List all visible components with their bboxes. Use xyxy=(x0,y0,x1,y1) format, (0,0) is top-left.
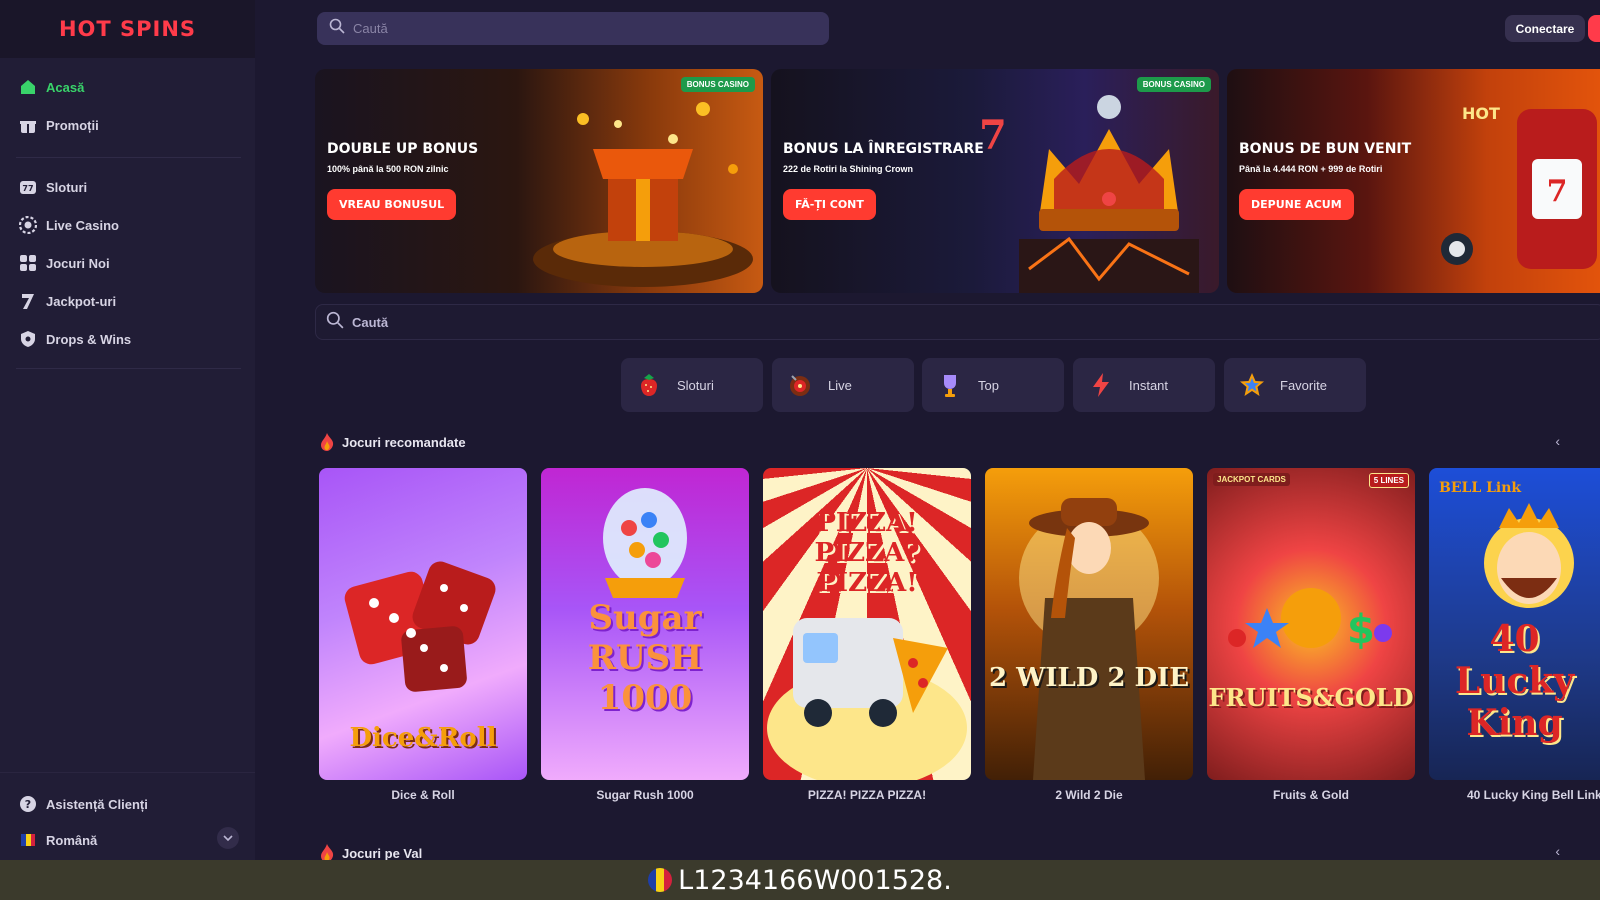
game-card-pizza[interactable]: PIZZA! PIZZA? PIZZA! xyxy=(763,468,971,780)
game-search[interactable] xyxy=(315,304,1600,340)
sidebar-item-home[interactable]: Acasă xyxy=(0,68,255,106)
svg-text:$: $ xyxy=(1347,607,1375,653)
site-logo[interactable]: HOT SPINS xyxy=(0,0,255,58)
video-subtitle: L1234166W001528. xyxy=(0,860,1600,900)
sidebar-nav-games: 77 Sloturi Live Casino Jocuri Noi Jackpo… xyxy=(0,168,255,358)
banner-title: DOUBLE UP BONUS xyxy=(327,141,479,157)
sidebar-item-jackpots[interactable]: Jackpot-uri xyxy=(0,282,255,320)
trophy-icon xyxy=(944,375,956,397)
sidebar-nav-primary: Acasă Promoții xyxy=(0,68,255,144)
sidebar-item-drops-wins[interactable]: Drops & Wins xyxy=(0,320,255,358)
game-search-input[interactable] xyxy=(352,314,1552,330)
banner-welcome[interactable]: 7 HOT BONUS DE BUN VENIT Până la 4.444 R… xyxy=(1227,69,1600,293)
sidebar: HOT SPINS Acasă Promoții 77 Sloturi Live… xyxy=(0,0,255,860)
sidebar-item-new-games[interactable]: Jocuri Noi xyxy=(0,244,255,282)
search-icon xyxy=(326,311,344,334)
support-link[interactable]: ? Asistență Clienți xyxy=(0,785,255,823)
svg-text:?: ? xyxy=(25,798,31,811)
tab-live[interactable]: Live xyxy=(772,358,914,412)
banner-subtitle: Până la 4.444 RON + 999 de Rotiri xyxy=(1239,164,1383,174)
grid-icon xyxy=(18,253,38,273)
fire-icon xyxy=(321,433,334,451)
game-title: Fruits & Gold xyxy=(1273,788,1349,802)
language-selector[interactable]: Română xyxy=(0,821,200,859)
lightning-icon xyxy=(1093,373,1109,397)
game-card-dice-roll[interactable]: Dice&Roll xyxy=(319,468,527,780)
help-icon: ? xyxy=(18,794,38,814)
tab-slots[interactable]: Sloturi xyxy=(621,358,763,412)
romania-flag-icon xyxy=(18,830,38,850)
home-icon xyxy=(18,77,38,97)
svg-text:HOT: HOT xyxy=(1462,104,1500,123)
fruits-art: $ xyxy=(1228,588,1392,653)
tab-favorites[interactable]: Favorite xyxy=(1224,358,1366,412)
game-card-sugar-rush[interactable]: Sugar RUSH 1000 xyxy=(541,468,749,780)
shield-icon xyxy=(18,329,38,349)
banner-title: BONUS LA ÎNREGISTRARE xyxy=(783,141,984,157)
svg-text:7: 7 xyxy=(1547,174,1568,209)
game-title: 2 Wild 2 Die xyxy=(1055,788,1123,802)
deposit-now-button[interactable]: DEPUNE ACUM xyxy=(1239,189,1354,220)
banner-subtitle: 222 de Rotiri la Shining Crown xyxy=(783,164,914,174)
banner-tag: BONUS CASINO xyxy=(1136,77,1211,92)
slot-machine-icon: 77 xyxy=(18,177,38,197)
sidebar-divider xyxy=(16,157,241,158)
claim-bonus-button[interactable]: VREAU BONUSUL xyxy=(327,189,457,220)
banner-registration[interactable]: 7 BONUS CASINO BONUS LA ÎNREGISTRARE 222… xyxy=(771,69,1219,293)
strawberry-icon xyxy=(641,374,657,396)
star-icon xyxy=(1240,373,1264,396)
carousel-prev-icon[interactable]: ‹ xyxy=(1555,433,1560,449)
section-title-recommended: Jocuri recomandate xyxy=(320,433,466,451)
crown-art: 7 xyxy=(979,95,1199,293)
chevron-down-icon[interactable] xyxy=(217,827,239,849)
game-card-2-wild-2-die[interactable]: 2 WILD 2 DIE xyxy=(985,468,1193,780)
carousel-prev-icon[interactable]: ‹ xyxy=(1555,843,1560,859)
game-title: PIZZA! PIZZA PIZZA! xyxy=(807,788,927,802)
tab-top[interactable]: Top xyxy=(922,358,1064,412)
roulette-icon xyxy=(790,375,810,396)
register-button[interactable] xyxy=(1588,15,1600,42)
sidebar-item-live-casino[interactable]: Live Casino xyxy=(0,206,255,244)
banner-double-up[interactable]: BONUS CASINO DOUBLE UP BONUS 100% până l… xyxy=(315,69,763,293)
game-card-fruits-gold[interactable]: JACKPOT CARDS 5 LINES $ FRUITS&GOLD xyxy=(1207,468,1415,780)
header-search-input[interactable] xyxy=(353,21,793,36)
gift-icon xyxy=(18,115,38,135)
seven-icon xyxy=(18,291,38,311)
sidebar-item-slots[interactable]: 77 Sloturi xyxy=(0,168,255,206)
romania-flag-icon xyxy=(648,868,673,892)
banner-subtitle: 100% până la 500 RON zilnic xyxy=(327,164,449,174)
gift-box-art xyxy=(533,102,753,287)
sidebar-footer: ? Asistență Clienți Română xyxy=(0,772,255,860)
game-title: Sugar Rush 1000 xyxy=(596,788,694,802)
slot-machine-art: 7 HOT xyxy=(1441,104,1597,269)
cowgirl-art xyxy=(1019,498,1159,780)
game-title: 40 Lucky King Bell Link xyxy=(1467,788,1600,802)
svg-text:77: 77 xyxy=(22,184,33,193)
tab-instant[interactable]: Instant xyxy=(1073,358,1215,412)
login-button[interactable]: Conectare xyxy=(1505,15,1585,42)
game-card-40-lucky-king[interactable]: BELL Link 40 Lucky King xyxy=(1429,468,1600,780)
chip-icon xyxy=(18,215,38,235)
sidebar-item-promotions[interactable]: Promoții xyxy=(0,106,255,144)
game-title: Dice & Roll xyxy=(391,788,455,802)
banner-title: BONUS DE BUN VENIT xyxy=(1239,141,1412,157)
sidebar-divider xyxy=(16,368,241,369)
header-search[interactable] xyxy=(317,12,829,45)
search-icon xyxy=(329,18,345,39)
create-account-button[interactable]: FĂ-ȚI CONT xyxy=(783,189,876,220)
banner-tag: BONUS CASINO xyxy=(680,77,755,92)
